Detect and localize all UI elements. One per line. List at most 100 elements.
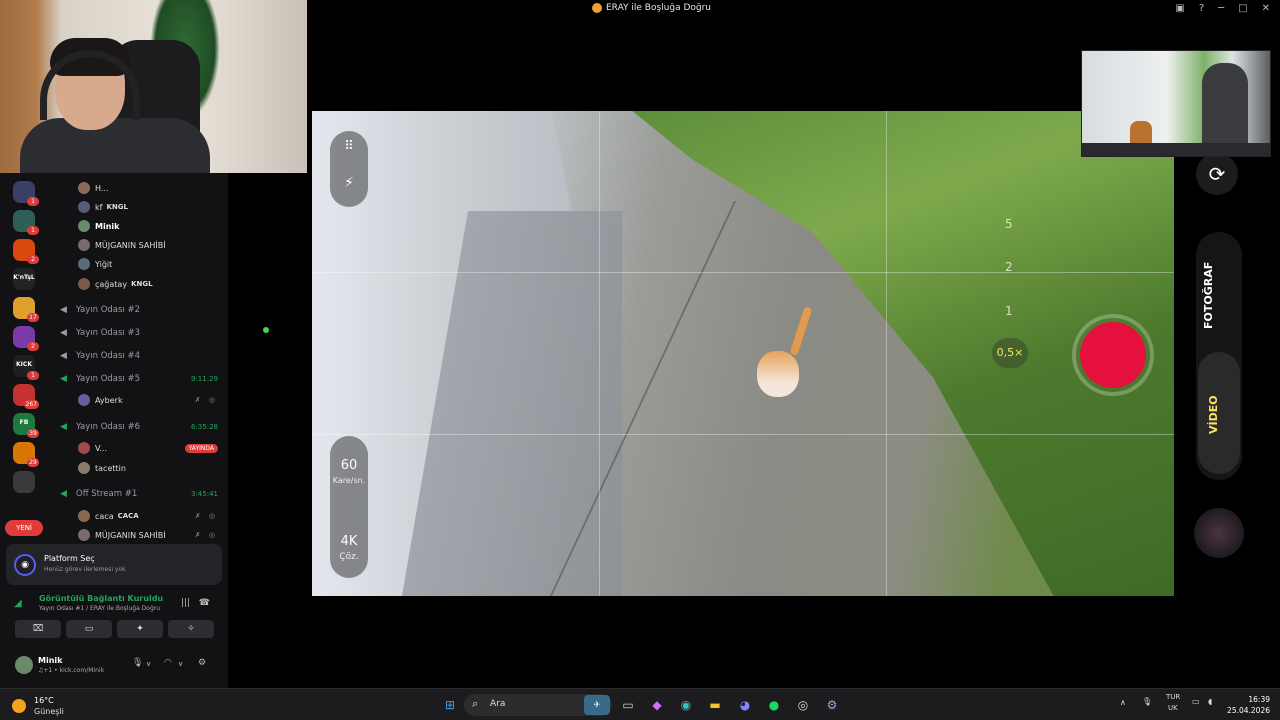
spotify-icon[interactable]: ● — [764, 695, 784, 715]
server-icon[interactable]: 1 — [13, 210, 39, 235]
server-icon[interactable] — [13, 471, 35, 493]
copilot-icon[interactable]: ◆ — [647, 695, 667, 715]
more-options-icon[interactable]: ⠿ — [330, 139, 368, 154]
mode-photo[interactable]: FOTOĞRAF — [1202, 250, 1234, 340]
close-icon[interactable]: ✕ — [1262, 3, 1270, 14]
voice-channel-item[interactable]: ◀ Yayın Odası #6 6:35:28 — [48, 418, 228, 436]
server-icon[interactable]: 2 — [13, 326, 39, 351]
search-highlight-icon[interactable]: ✈ — [584, 695, 610, 715]
switch-camera-icon[interactable]: ⟳ — [1196, 153, 1238, 195]
avatar — [78, 278, 90, 290]
voice-user-item[interactable]: MÜJGANIN SAHİBİ — [48, 236, 228, 254]
voice-user-item[interactable]: caca CACA ✗ ◎ — [48, 507, 228, 525]
grid-line — [886, 111, 887, 596]
help-icon[interactable]: ? — [1199, 3, 1204, 14]
file-explorer-icon[interactable]: ▬ — [705, 695, 725, 715]
fps-label: Kare/sn. — [332, 476, 366, 485]
chevron-down-icon[interactable]: ∨ — [178, 660, 183, 668]
activities-button[interactable]: ✦ — [117, 620, 163, 638]
new-badge[interactable]: YENİ — [5, 520, 43, 536]
soundboard-button[interactable]: ✧ — [168, 620, 214, 638]
clock-time: 16:39 — [1248, 695, 1270, 704]
muted-deafened-icon: ✗ ◎ — [194, 396, 218, 404]
server-icon[interactable]: 17 — [13, 297, 39, 322]
notification-badge: 29 — [27, 458, 39, 467]
clock[interactable]: 16:39 25.04.2026 — [1227, 694, 1270, 716]
voice-user-item[interactable]: V... YAYINDA — [48, 439, 228, 457]
signal-icon[interactable]: ◢ — [14, 598, 22, 609]
voice-channel-item[interactable]: ◀ Off Stream #1 3:45:41 — [48, 485, 228, 503]
user-name: tacettin — [95, 463, 126, 473]
microphone-icon[interactable]: 🎙 — [132, 658, 143, 668]
windows-start-icon[interactable]: ⊞ — [440, 695, 460, 715]
server-label: KICK — [16, 361, 32, 368]
server-icon[interactable]: K'nTşL — [13, 268, 35, 290]
avatar[interactable] — [15, 656, 33, 674]
maximize-icon[interactable]: □ — [1238, 3, 1247, 14]
zoom-2[interactable]: 2 — [1005, 260, 1013, 274]
edge-icon[interactable]: ◉ — [676, 695, 696, 715]
voice-channel-item[interactable]: ◀ Yayın Odası #4 — [48, 347, 228, 365]
voice-channel-item[interactable]: ◀ Yayın Odası #3 — [48, 324, 228, 342]
fps-value[interactable]: 60 — [330, 458, 368, 473]
notification-badge: 2 — [27, 342, 39, 351]
resolution-value[interactable]: 4K — [330, 534, 368, 549]
user-tag: KNGL — [131, 280, 153, 288]
speaker-icon: ◀ — [60, 374, 67, 384]
tray-chevron-icon[interactable]: ∧ — [1120, 698, 1126, 707]
voice-user-item[interactable]: MÜJGANIN SAHİBİ ✗ ◎ — [48, 526, 228, 544]
server-icon[interactable]: FB 39 — [13, 413, 39, 438]
server-icon[interactable]: 1 — [13, 181, 39, 206]
noise-suppression-icon[interactable]: ||| — [181, 598, 190, 608]
gear-icon[interactable]: ⚙ — [198, 658, 206, 668]
voice-user-item[interactable]: Ayberk ✗ ◎ — [48, 391, 228, 409]
voice-user-item[interactable]: kf KNGL — [48, 198, 228, 216]
chevron-down-icon[interactable]: ∨ — [146, 660, 151, 668]
server-icon[interactable]: KICK 1 — [13, 355, 39, 380]
screen-share-button[interactable]: ▭ — [66, 620, 112, 638]
server-icon[interactable]: 29 — [13, 442, 39, 467]
discord-icon[interactable]: ◕ — [735, 695, 755, 715]
gallery-thumbnail[interactable] — [1194, 508, 1244, 558]
language-secondary[interactable]: UK — [1168, 704, 1178, 712]
camera-toggle-button[interactable]: ⌧ — [15, 620, 61, 638]
microphone-icon[interactable]: 🎙 — [1142, 697, 1152, 706]
voice-channel-item[interactable]: ◀ Yayın Odası #5 9:11:29 — [48, 370, 228, 388]
server-icon[interactable]: 267 — [13, 384, 39, 409]
server-icon[interactable]: 2 — [13, 239, 39, 264]
obs-icon[interactable]: ◎ — [793, 695, 813, 715]
voice-status[interactable]: Görüntülü Bağlantı Kuruldu — [39, 594, 163, 603]
voice-channel-detail[interactable]: Yayın Odası #1 / ERAY ile Boşluğa Doğru — [39, 605, 160, 612]
user-name: caca — [95, 511, 114, 521]
pip-icon[interactable]: ▣ — [1175, 3, 1184, 14]
voice-user-item[interactable]: Minik — [48, 217, 228, 235]
flash-off-icon[interactable]: ⚡ — [330, 175, 368, 191]
channel-name: Yayın Odası #6 — [76, 422, 141, 432]
headphones-icon[interactable]: ◠ — [164, 658, 172, 668]
volume-icon[interactable]: ◖ — [1208, 697, 1212, 706]
voice-user-item[interactable]: tacettin — [48, 459, 228, 477]
zoom-5[interactable]: 5 — [1005, 217, 1013, 231]
minimize-icon[interactable]: ─ — [1218, 3, 1224, 14]
resolution-label: Çöz. — [339, 552, 359, 562]
user-panel: Minik ♫+1 • kick.com/Minik 🎙 ∨ ◠ ∨ ⚙ — [6, 648, 222, 684]
zoom-selected[interactable]: 0,5× — [992, 338, 1028, 368]
voice-user-item[interactable]: Yiğit — [48, 255, 228, 273]
disconnect-icon[interactable]: ☎ — [199, 598, 210, 608]
mode-video[interactable]: VİDEO — [1207, 380, 1229, 450]
record-button[interactable] — [1072, 314, 1154, 396]
username[interactable]: Minik — [38, 656, 62, 665]
muted-deafened-icon: ✗ ◎ — [194, 531, 218, 539]
zoom-1[interactable]: 1 — [1005, 304, 1013, 318]
voice-channel-item[interactable]: ◀ Yayın Odası #2 — [48, 301, 228, 319]
network-icon[interactable]: ▭ — [1192, 697, 1200, 706]
task-view-icon[interactable]: ▭ — [618, 695, 638, 715]
platform-card[interactable]: ◉ Platform Seç Henüz görev ilerlemesi yo… — [6, 544, 222, 585]
notification-badge: 1 — [27, 226, 39, 235]
channel-name: Yayın Odası #3 — [76, 328, 141, 338]
camera-viewfinder[interactable]: ⠿ ⚡ 60 Kare/sn. 4K Çöz. 5 2 1 0,5× — [312, 111, 1174, 596]
language-primary[interactable]: TUR — [1166, 693, 1180, 701]
steam-icon[interactable]: ⚙ — [822, 695, 842, 715]
voice-user-item[interactable]: H... — [48, 179, 228, 197]
voice-user-item[interactable]: çağatay KNGL — [48, 275, 228, 293]
